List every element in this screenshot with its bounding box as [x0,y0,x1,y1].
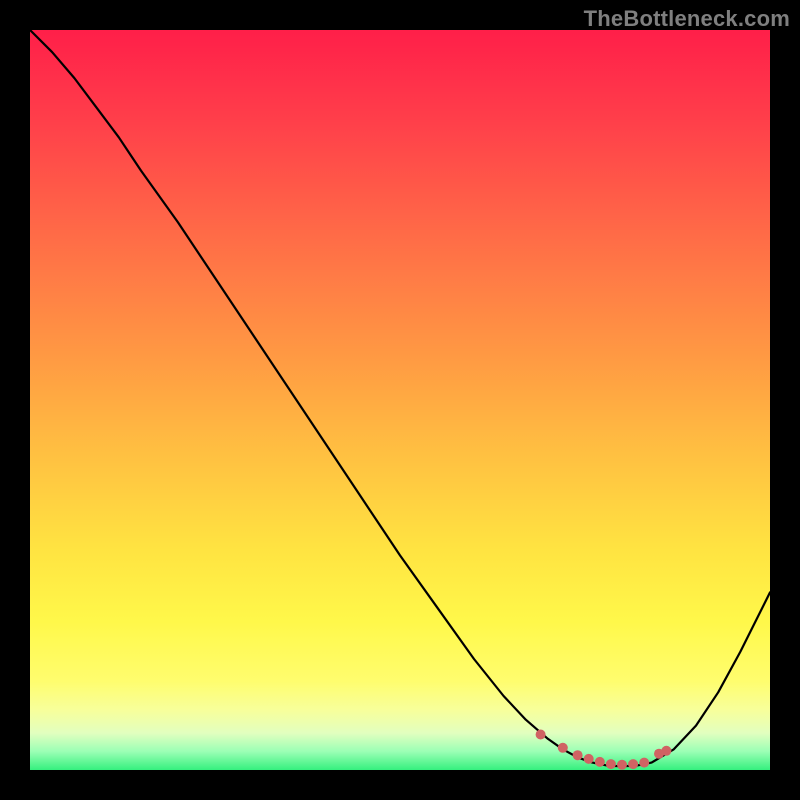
chart-frame: TheBottleneck.com [0,0,800,800]
curve-svg [30,30,770,770]
bottleneck-line [30,30,770,766]
plot-area [30,30,770,770]
watermark-text: TheBottleneck.com [584,6,790,32]
